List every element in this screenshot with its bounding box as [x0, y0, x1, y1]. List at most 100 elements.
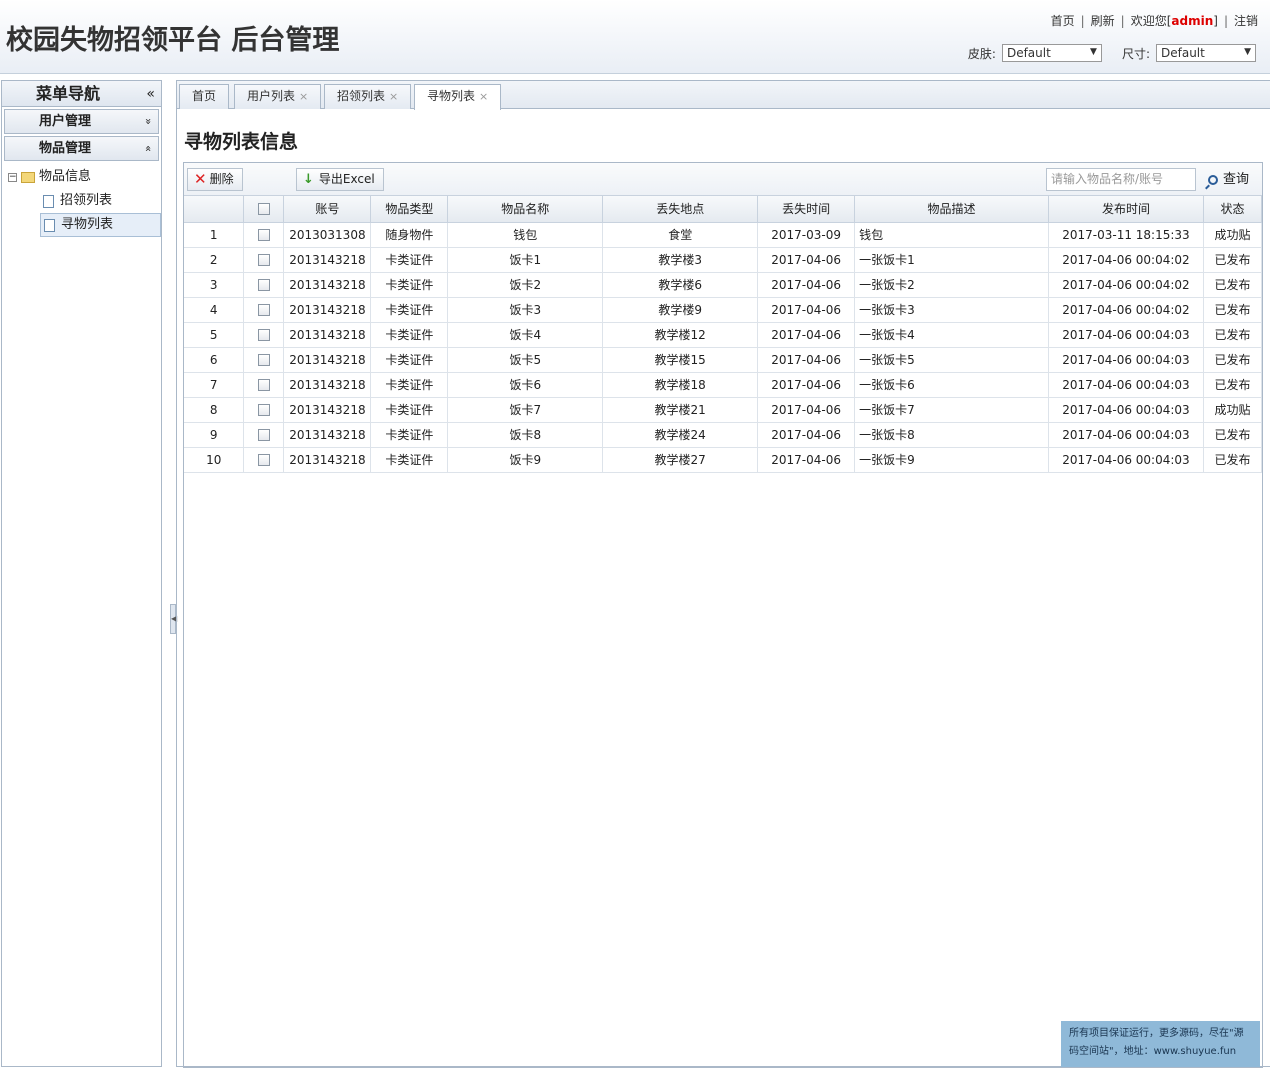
nav-group-item-management[interactable]: 物品管理 « — [4, 136, 159, 161]
column-header[interactable]: 丢失时间 — [757, 196, 856, 223]
table-cell: 2017-04-06 00:04:02 — [1048, 272, 1204, 298]
table-cell: 2017-04-06 — [757, 447, 856, 473]
separator: | — [1223, 14, 1228, 28]
table-cell: 饭卡1 — [447, 247, 604, 273]
welcome-prefix: 欢迎您[ — [1130, 14, 1172, 28]
table-cell: 教学楼3 — [602, 247, 759, 273]
table-cell: 饭卡3 — [447, 297, 604, 323]
table-cell: 已发布 — [1203, 372, 1263, 398]
tab-user-list[interactable]: 用户列表 × — [234, 84, 322, 109]
table-cell: 2013143218 — [283, 447, 372, 473]
tab-label: 寻物列表 — [427, 89, 476, 103]
row-select-cell — [243, 397, 285, 423]
table-cell: 2017-04-06 00:04:02 — [1048, 247, 1204, 273]
table-row[interactable]: 2 2013143218 卡类证件 饭卡1 教学楼3 2017-04-06 一张饭卡1 201… — [184, 247, 1263, 273]
table-row[interactable]: 4 2013143218 卡类证件 饭卡3 教学楼9 2017-04-06 一张饭卡3 201… — [184, 297, 1263, 323]
row-select-cell — [243, 322, 285, 348]
search-input[interactable]: 请输入物品名称/账号 — [1046, 168, 1196, 191]
delete-icon: ✕ — [194, 170, 207, 188]
sidebar-title: 菜单导航 — [36, 84, 101, 103]
tree-node-claim-list[interactable]: 招领列表 — [40, 189, 161, 213]
delete-button[interactable]: ✕ 删除 — [187, 168, 243, 191]
row-checkbox[interactable] — [257, 354, 270, 366]
table-row[interactable]: 1 2013031308 随身物件 钱包 食堂 2017-03-09 钱包 2017-03-1… — [184, 222, 1263, 248]
table-row[interactable]: 9 2013143218 卡类证件 饭卡8 教学楼24 2017-04-06 一张饭卡8 20… — [184, 422, 1263, 448]
tree-node-lost-list[interactable]: 寻物列表 — [40, 213, 161, 237]
logout-link[interactable]: 注销 — [1234, 14, 1258, 28]
home-link[interactable]: 首页 — [1051, 14, 1075, 28]
column-header[interactable]: 状态 — [1203, 196, 1263, 223]
table-cell: 一张饭卡4 — [854, 322, 1049, 348]
close-icon[interactable]: × — [299, 90, 308, 103]
row-checkbox[interactable] — [257, 254, 270, 266]
tree-node-item-info[interactable]: − 物品信息 — [8, 165, 161, 189]
table-row[interactable]: 3 2013143218 卡类证件 饭卡2 教学楼6 2017-04-06 一张饭卡2 201… — [184, 272, 1263, 298]
column-header[interactable]: 物品名称 — [447, 196, 604, 223]
close-icon[interactable]: × — [389, 90, 398, 103]
table-cell: 3 — [184, 272, 245, 298]
size-select[interactable]: Default ▼ — [1156, 44, 1256, 62]
table-cell: 一张饭卡9 — [854, 447, 1049, 473]
row-checkbox[interactable] — [257, 404, 270, 416]
column-header[interactable]: 丢失地点 — [602, 196, 759, 223]
refresh-link[interactable]: 刷新 — [1091, 14, 1115, 28]
tab-lost-list[interactable]: 寻物列表 × — [414, 84, 502, 110]
row-checkbox[interactable] — [257, 429, 270, 441]
search-label: 查询 — [1223, 172, 1250, 187]
nav-group-label: 物品管理 — [39, 141, 92, 156]
table-cell: 饭卡9 — [447, 447, 604, 473]
lost-items-table: 账号 物品类型 物品名称 丢失地点 丢失时间 物品描述 发布时间 状态 1 201… — [184, 196, 1263, 473]
tab-claim-list[interactable]: 招领列表 × — [324, 84, 412, 109]
table-row[interactable]: 6 2013143218 卡类证件 饭卡5 教学楼15 2017-04-06 一张饭卡5 20… — [184, 347, 1263, 373]
table-row[interactable]: 8 2013143218 卡类证件 饭卡7 教学楼21 2017-04-06 一张饭卡7 20… — [184, 397, 1263, 423]
table-cell: 10 — [184, 447, 245, 473]
search-button[interactable]: 查询 — [1208, 168, 1249, 191]
table-cell: 卡类证件 — [370, 372, 449, 398]
collapse-sidebar-icon[interactable]: « — [146, 81, 155, 107]
table-cell: 饭卡4 — [447, 322, 604, 348]
row-checkbox[interactable] — [257, 454, 270, 466]
folder-open-icon — [21, 171, 35, 183]
table-cell: 已发布 — [1203, 247, 1263, 273]
row-select-cell — [243, 247, 285, 273]
row-checkbox[interactable] — [257, 229, 270, 241]
row-select-cell — [243, 372, 285, 398]
table-cell: 2017-03-11 18:15:33 — [1048, 222, 1204, 248]
row-select-cell — [243, 422, 285, 448]
tab-home[interactable]: 首页 — [179, 84, 230, 109]
site-title: 校园失物招领平台 后台管理 — [6, 25, 340, 56]
size-value: Default — [1161, 46, 1205, 60]
column-header[interactable]: 物品类型 — [370, 196, 449, 223]
table-cell: 5 — [184, 322, 245, 348]
table-row[interactable]: 5 2013143218 卡类证件 饭卡4 教学楼12 2017-04-06 一张饭卡4 20… — [184, 322, 1263, 348]
export-excel-button[interactable]: ↓ 导出Excel — [296, 168, 384, 191]
row-checkbox[interactable] — [257, 329, 270, 341]
table-row[interactable]: 7 2013143218 卡类证件 饭卡6 教学楼18 2017-04-06 一张饭卡6 20… — [184, 372, 1263, 398]
column-header[interactable]: 账号 — [283, 196, 372, 223]
table-cell: 已发布 — [1203, 322, 1263, 348]
column-header[interactable]: 物品描述 — [854, 196, 1049, 223]
table-cell: 随身物件 — [370, 222, 449, 248]
table-cell: 饭卡2 — [447, 272, 604, 298]
table-cell: 2013143218 — [283, 322, 372, 348]
table-cell: 2017-03-09 — [757, 222, 856, 248]
column-header[interactable]: 发布时间 — [1048, 196, 1204, 223]
close-icon[interactable]: × — [479, 90, 488, 103]
row-checkbox[interactable] — [257, 379, 270, 391]
table-cell: 教学楼12 — [602, 322, 759, 348]
nav-group-user-management[interactable]: 用户管理 » — [4, 109, 159, 134]
skin-select[interactable]: Default ▼ — [1001, 44, 1102, 62]
collapse-icon[interactable]: « — [137, 145, 160, 152]
tree-collapse-icon[interactable]: − — [8, 172, 17, 182]
table-cell: 教学楼6 — [602, 272, 759, 298]
table-cell: 教学楼24 — [602, 422, 759, 448]
row-checkbox[interactable] — [257, 304, 270, 316]
expand-icon[interactable]: » — [137, 118, 160, 125]
table-cell: 6 — [184, 347, 245, 373]
row-checkbox[interactable] — [257, 279, 270, 291]
table-cell: 成功贴 — [1203, 397, 1263, 423]
table-row[interactable]: 10 2013143218 卡类证件 饭卡9 教学楼27 2017-04-06 一张饭卡9 2… — [184, 447, 1263, 473]
select-all-checkbox[interactable] — [257, 203, 270, 216]
table-cell: 教学楼15 — [602, 347, 759, 373]
table-cell: 9 — [184, 422, 245, 448]
